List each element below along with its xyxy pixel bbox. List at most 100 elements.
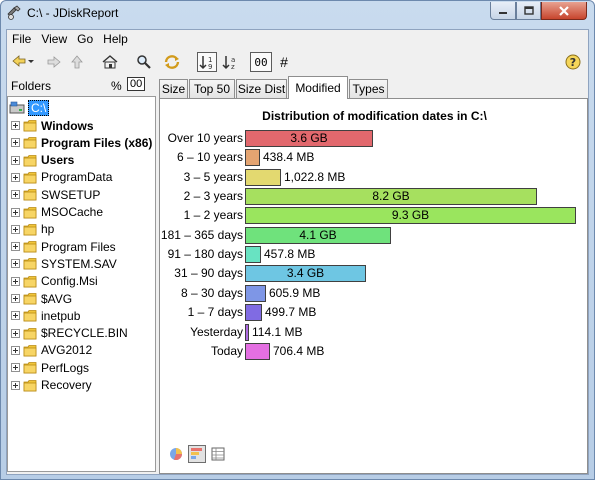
category-label: 1 – 2 years xyxy=(183,208,243,223)
tree-item[interactable]: Program Files (x86) xyxy=(11,134,152,151)
tree-item[interactable]: AVG2012 xyxy=(11,342,92,359)
help-button[interactable]: ? xyxy=(563,52,583,72)
pie-chart-icon xyxy=(170,448,183,461)
sort-by-name-toggle[interactable]: az xyxy=(220,52,240,72)
tab-top50[interactable]: Top 50 xyxy=(189,79,235,98)
menu-go[interactable]: Go xyxy=(72,30,98,48)
folder-icon xyxy=(23,137,37,149)
search-button[interactable] xyxy=(135,52,153,72)
folder-icon xyxy=(23,293,37,305)
show-size-toggle[interactable]: 00 xyxy=(250,52,272,72)
folders-pane: Folders % 00 C:\ Windows Program Files (x… xyxy=(7,74,156,474)
bar[interactable] xyxy=(245,284,266,302)
expand-icon[interactable] xyxy=(11,328,20,338)
tree-item[interactable]: SWSETUP xyxy=(11,186,100,203)
tab-types[interactable]: Types xyxy=(349,79,388,98)
tree-item[interactable]: MSOCache xyxy=(11,204,103,221)
folder-icon xyxy=(23,344,37,357)
bar-value-label: 706.4 MB xyxy=(273,343,325,358)
bar-view-button[interactable] xyxy=(188,445,206,463)
bar-value-label: 4.1 GB xyxy=(299,227,337,242)
tree-item-label: ProgramData xyxy=(41,170,113,185)
close-button[interactable] xyxy=(541,2,587,20)
tab-size[interactable]: Size xyxy=(159,79,188,98)
expand-icon[interactable] xyxy=(11,345,20,355)
tab-size-dist[interactable]: Size Dist xyxy=(236,79,287,98)
show-count-toggle[interactable]: # xyxy=(275,52,293,72)
tree-item[interactable]: Program Files xyxy=(11,238,116,255)
tree-item[interactable]: Windows xyxy=(11,117,94,134)
svg-text:9: 9 xyxy=(208,63,212,70)
sort-by-size-toggle[interactable]: 19 xyxy=(197,52,217,72)
tree-item[interactable]: SYSTEM.SAV xyxy=(11,255,117,272)
tree-item-label: Program Files xyxy=(41,239,116,254)
up-button[interactable] xyxy=(69,52,85,72)
tree-root[interactable]: C:\ xyxy=(9,99,50,116)
forward-button[interactable] xyxy=(45,52,63,72)
folders-header: Folders % 00 xyxy=(7,74,156,96)
tree-item[interactable]: $AVG xyxy=(11,290,72,307)
table-view-button[interactable] xyxy=(209,445,227,463)
tree-item[interactable]: Config.Msi xyxy=(11,273,98,290)
tab-modified[interactable]: Modified xyxy=(288,76,348,99)
expand-icon[interactable] xyxy=(11,259,20,269)
category-label: 31 – 90 days xyxy=(174,266,243,281)
tree-item-label: Program Files (x86) xyxy=(41,135,153,150)
drive-icon xyxy=(9,101,25,113)
help-icon: ? xyxy=(565,54,581,70)
refresh-button[interactable] xyxy=(162,52,182,72)
tree-root-label: C:\ xyxy=(28,99,50,116)
bar-value-label: 499.7 MB xyxy=(265,305,317,320)
back-button[interactable] xyxy=(10,52,36,72)
tree-item[interactable]: $RECYCLE.BIN xyxy=(11,325,128,342)
tree-item[interactable]: PerfLogs xyxy=(11,359,89,376)
tree-item-label: Config.Msi xyxy=(41,274,98,289)
maximize-button[interactable] xyxy=(516,2,541,20)
expand-icon[interactable] xyxy=(11,207,20,217)
bar-value-label: 3.6 GB xyxy=(290,131,328,145)
tree-item[interactable]: Users xyxy=(11,152,74,169)
jdiskreport-app-icon xyxy=(7,5,21,20)
menu-view[interactable]: View xyxy=(36,30,72,48)
forward-arrow-icon xyxy=(47,56,61,68)
expand-icon[interactable] xyxy=(11,363,20,373)
bar[interactable] xyxy=(245,304,262,322)
title-bar: C:\ - JDiskReport xyxy=(1,1,594,27)
size-toggle[interactable]: 00 xyxy=(127,77,146,91)
expand-icon[interactable] xyxy=(11,121,20,130)
bar[interactable] xyxy=(245,323,249,341)
expand-icon[interactable] xyxy=(11,276,20,286)
home-button[interactable] xyxy=(101,52,119,72)
tree-item[interactable]: inetpub xyxy=(11,307,80,324)
expand-icon[interactable] xyxy=(11,172,20,182)
menu-file[interactable]: File xyxy=(7,30,36,48)
expand-icon[interactable] xyxy=(11,224,20,234)
expand-icon[interactable] xyxy=(11,294,20,303)
bar[interactable] xyxy=(245,149,260,167)
tree-item[interactable]: ProgramData xyxy=(11,169,112,186)
expand-icon[interactable] xyxy=(11,190,20,200)
percent-toggle[interactable]: % xyxy=(111,79,122,93)
table-icon xyxy=(211,447,225,461)
expand-icon[interactable] xyxy=(11,242,20,252)
tree-item[interactable]: hp xyxy=(11,221,54,238)
tree-item-label: Recovery xyxy=(41,378,92,392)
expand-icon[interactable] xyxy=(11,155,20,165)
expand-icon[interactable] xyxy=(11,138,20,148)
folder-tree[interactable]: C:\ Windows Program Files (x86) Users Progr… xyxy=(7,96,156,472)
expand-icon[interactable] xyxy=(11,311,20,321)
toolbar: 19 az 00 # ? xyxy=(7,50,588,74)
bar[interactable] xyxy=(245,168,281,186)
bar[interactable] xyxy=(245,342,270,360)
tree-item[interactable]: Recovery xyxy=(11,377,92,394)
folder-icon xyxy=(23,275,37,288)
category-label: 91 – 180 days xyxy=(167,247,243,262)
minimize-button[interactable] xyxy=(490,2,516,20)
pie-view-button[interactable] xyxy=(167,445,185,463)
category-label: 181 – 365 days xyxy=(160,227,243,242)
folder-icon xyxy=(23,327,37,339)
menu-help[interactable]: Help xyxy=(98,30,133,48)
bar[interactable] xyxy=(245,246,261,264)
menu-bar: File View Go Help xyxy=(7,30,588,48)
expand-icon[interactable] xyxy=(11,380,20,390)
